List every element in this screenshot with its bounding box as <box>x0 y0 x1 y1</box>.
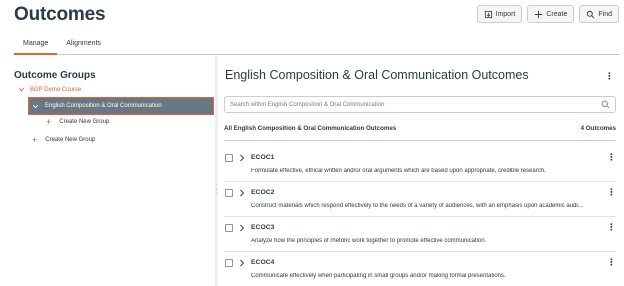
outcome-description: Construct materials which respond effect… <box>251 203 583 209</box>
plus-icon: + <box>46 117 52 127</box>
create-new-group-nested[interactable]: + Create New Group <box>46 117 110 127</box>
create-new-group-root[interactable]: + Create New Group <box>32 135 96 145</box>
course-label: BGP Demo Course <box>30 86 82 93</box>
outcome-description: Formulate effective, ethical written and… <box>251 168 546 174</box>
outcome-item: ECOC2 Construct materials which respond … <box>224 182 616 217</box>
outcome-item: ECOC1 Formulate effective, ethical writt… <box>224 147 616 182</box>
outcome-checkbox[interactable] <box>225 259 233 267</box>
tree-item-course[interactable]: BGP Demo Course <box>18 86 81 93</box>
search-icon <box>587 10 595 18</box>
tree-item-selected-group[interactable]: English Composition & Oral Communication <box>28 97 214 115</box>
chevron-down-icon <box>18 87 25 92</box>
outcome-checkbox[interactable] <box>225 189 233 197</box>
outcomes-count: 4 Outcomes <box>580 125 616 132</box>
outcome-groups-title: Outcome Groups <box>14 70 96 81</box>
group-menu-kebab-icon[interactable]: ⋮ <box>605 72 614 81</box>
tab-manage[interactable]: Manage <box>14 38 58 55</box>
search-icon <box>601 100 610 109</box>
outcome-item: ECOC4 Communicate effectively when parti… <box>224 252 616 286</box>
outcome-code[interactable]: ECOC2 <box>251 189 274 196</box>
import-button[interactable]: Import <box>476 5 523 23</box>
chevron-right-icon[interactable] <box>239 259 245 267</box>
outcome-code[interactable]: ECOC1 <box>251 154 274 161</box>
toolbar: Import Create Find <box>476 5 619 23</box>
create-new-group-label: Create New Group <box>45 137 96 143</box>
find-button[interactable]: Find <box>579 5 619 23</box>
chevron-down-icon <box>32 104 39 108</box>
outcome-item: ECOC3 Analyze how the principles of rhet… <box>224 217 616 252</box>
plus-icon <box>535 10 543 18</box>
import-icon <box>484 10 492 18</box>
outcome-code[interactable]: ECOC4 <box>251 259 274 266</box>
outcomes-panel: English Composition & Oral Communication… <box>218 56 624 286</box>
outcomes-list-heading: All English Composition & Oral Communica… <box>224 125 397 132</box>
page-title: Outcomes <box>14 4 106 25</box>
divider <box>224 140 616 141</box>
outcome-menu-kebab-icon[interactable]: ⋮ <box>607 223 616 232</box>
outcomes-list-header: All English Composition & Oral Communica… <box>224 125 616 132</box>
search-input[interactable]: Search within English Composition & Oral… <box>224 96 616 113</box>
outcome-menu-kebab-icon[interactable]: ⋮ <box>607 258 616 267</box>
create-label: Create <box>546 10 568 18</box>
group-title: English Composition & Oral Communication… <box>225 68 529 82</box>
create-new-group-label: Create New Group <box>59 119 110 125</box>
outcome-menu-kebab-icon[interactable]: ⋮ <box>607 153 616 162</box>
create-button[interactable]: Create <box>527 5 575 23</box>
import-label: Import <box>495 10 516 18</box>
find-label: Find <box>598 10 612 18</box>
outcome-description: Communicate effectively when participati… <box>251 273 506 279</box>
outcome-code[interactable]: ECOC3 <box>251 224 274 231</box>
outcome-description: Analyze how the principles of rhetoric w… <box>251 238 487 244</box>
chevron-right-icon[interactable] <box>239 189 245 197</box>
outcome-menu-kebab-icon[interactable]: ⋮ <box>607 188 616 197</box>
selected-group-label: English Composition & Oral Communication <box>45 103 162 109</box>
outcome-groups-panel: Outcome Groups BGP Demo Course English C… <box>0 56 215 286</box>
search-placeholder: Search within English Composition & Oral… <box>230 101 385 108</box>
chevron-right-icon[interactable] <box>239 224 245 232</box>
tab-alignments[interactable]: Alignments <box>57 38 110 55</box>
tab-bar: Manage Alignments <box>14 38 620 55</box>
outcome-checkbox[interactable] <box>225 224 233 232</box>
chevron-right-icon[interactable] <box>239 154 245 162</box>
outcome-checkbox[interactable] <box>225 154 233 162</box>
plus-icon: + <box>32 135 38 145</box>
